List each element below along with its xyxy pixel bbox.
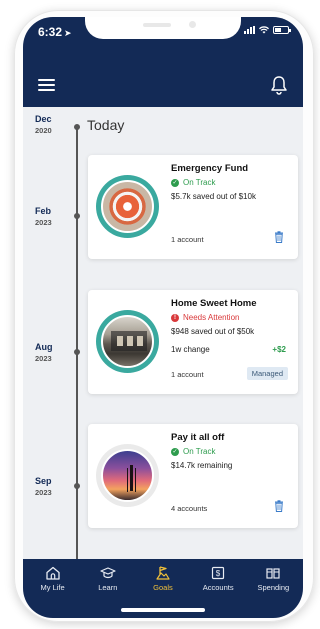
- timeline-date: Dec 2020: [35, 114, 52, 135]
- goals-flag-icon: [156, 566, 170, 580]
- home-icon: [45, 566, 60, 580]
- signal-icon: [244, 26, 255, 34]
- check-circle-icon: ✓: [171, 447, 179, 456]
- goal-title: Emergency Fund: [171, 163, 249, 174]
- goal-title: Home Sweet Home: [171, 298, 257, 309]
- goal-progress-text: $948 saved out of $50k: [171, 327, 255, 336]
- timeline-dot: [74, 349, 80, 355]
- goal-status: ! Needs Attention: [171, 313, 239, 322]
- goal-progress-text: $5.7k saved out of $10k: [171, 192, 256, 201]
- timeline-line: [76, 125, 78, 565]
- wifi-icon: [259, 26, 269, 34]
- svg-text:$: $: [216, 569, 221, 578]
- tab-my-life[interactable]: My Life: [27, 565, 79, 618]
- goal-change-label: 1w change: [171, 345, 210, 354]
- bell-icon[interactable]: [270, 75, 288, 95]
- sunset-image: [101, 449, 154, 502]
- trash-icon[interactable]: [274, 231, 284, 243]
- goal-image-ring: [96, 310, 159, 373]
- check-circle-icon: ✓: [171, 178, 179, 187]
- timeline-date: Sep 2023: [35, 476, 52, 497]
- timeline-dot: [74, 124, 80, 130]
- goals-timeline: Dec 2020 Today Feb 2023 Aug 2023 Sep 2023 Em…: [23, 107, 303, 565]
- goal-accounts: 1 account: [171, 370, 204, 379]
- alert-circle-icon: !: [171, 313, 179, 322]
- hamburger-icon[interactable]: [38, 79, 55, 92]
- goal-card-emergency-fund[interactable]: Emergency Fund ✓ On Track $5.7k saved out…: [88, 155, 298, 259]
- trash-icon[interactable]: [274, 500, 284, 512]
- device-notch: [85, 17, 241, 39]
- goal-progress-text: $14.7k remaining: [171, 461, 233, 470]
- tab-label: Spending: [257, 583, 290, 592]
- goal-card-pay-it-all-off[interactable]: Pay it all off ✓ On Track $14.7k remainin…: [88, 424, 298, 528]
- goal-card-home-sweet-home[interactable]: Home Sweet Home ! Needs Attention $948 sa…: [88, 290, 298, 394]
- goal-image-ring: [96, 444, 159, 507]
- timeline-dot: [74, 213, 80, 219]
- speaker: [143, 23, 171, 27]
- dollar-account-icon: $: [212, 566, 225, 580]
- goal-status: ✓ On Track: [171, 447, 216, 456]
- goal-status: ✓ On Track: [171, 178, 216, 187]
- managed-badge: Managed: [246, 367, 288, 380]
- location-arrow-icon: ➤: [64, 28, 72, 38]
- lifebuoy-image: [101, 180, 154, 233]
- app-screen: 6:32 ➤ Dec 2020 Today Feb 2023 Aug 2023 Sep 2…: [23, 17, 303, 618]
- home-indicator[interactable]: [121, 608, 205, 612]
- spending-icon: [266, 568, 280, 579]
- status-time: 6:32 ➤: [38, 25, 72, 39]
- status-icons: [244, 26, 291, 34]
- timeline-date: Aug 2023: [35, 342, 53, 363]
- battery-icon: [273, 26, 291, 34]
- timeline-date: Feb 2023: [35, 206, 52, 227]
- tab-spending[interactable]: Spending: [247, 565, 299, 618]
- goal-accounts: 4 accounts: [171, 504, 208, 513]
- tab-label: My Life: [40, 583, 65, 592]
- camera: [189, 21, 196, 28]
- graduation-cap-icon: [100, 567, 116, 579]
- goal-accounts: 1 account: [171, 235, 204, 244]
- goal-change-value: +$2: [272, 345, 286, 354]
- top-bar: 6:32 ➤: [23, 17, 303, 107]
- today-label: Today: [87, 117, 125, 133]
- goal-title: Pay it all off: [171, 432, 225, 443]
- tab-label: Learn: [98, 583, 118, 592]
- house-image: [101, 315, 154, 368]
- tab-label: Goals: [153, 583, 173, 592]
- goal-image-ring: [96, 175, 159, 238]
- timeline-dot: [74, 483, 80, 489]
- tab-label: Accounts: [202, 583, 234, 592]
